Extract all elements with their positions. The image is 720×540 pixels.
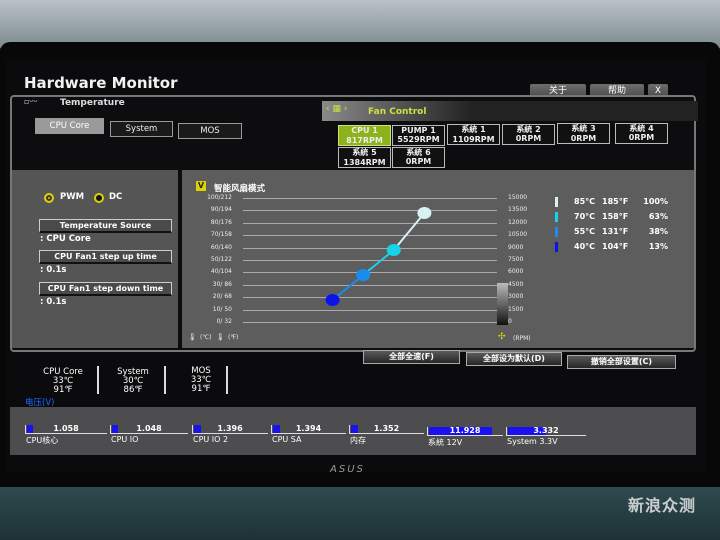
fan-rpm: 1109RPM — [452, 134, 495, 144]
fan-rpm: 5529RPM — [397, 135, 440, 144]
voltage-value: 1.396 — [217, 424, 243, 433]
thermometer-f-icon: 🌡 — [216, 333, 225, 341]
fan-name: 系統 6 — [406, 147, 431, 157]
temperature-reading: System 30℃ 86℉ — [100, 367, 166, 395]
voltage-value: 1.048 — [136, 424, 162, 433]
fan-name: CPU 1 — [351, 126, 378, 135]
legend-temp-c: 70°C — [574, 212, 596, 221]
voltage-label: CPU IO 2 — [193, 435, 229, 444]
fan-rpm: 817RPM — [346, 135, 383, 145]
legend-swatch — [555, 227, 558, 237]
fan-rpm: 0RPM — [405, 157, 432, 166]
reading-fahrenheit: 91℉ — [191, 384, 211, 394]
fan-rpm: 0RPM — [570, 133, 597, 143]
thermometer-icon: 🌡 — [188, 333, 197, 341]
voltage-value: 1.058 — [53, 424, 79, 433]
voltage-value: 3.332 — [533, 426, 559, 435]
asus-logo: ASUS — [330, 464, 365, 475]
fan-name: 系統 2 — [516, 124, 541, 134]
fan-name: 系統 1 — [461, 125, 486, 134]
fan-name: 系統 3 — [571, 124, 596, 133]
fan-button[interactable]: 系統 4 0RPM — [615, 122, 668, 144]
fan-button[interactable]: 系統 2 0RPM — [502, 123, 555, 145]
curve-point[interactable] — [356, 269, 371, 281]
legend-swatch — [555, 197, 558, 207]
voltage-label: CPU核心 — [26, 436, 59, 445]
divider — [164, 366, 166, 394]
voltage-value: 11.928 — [449, 426, 481, 435]
divider — [226, 366, 228, 394]
legend-temp-c: 55°C — [574, 227, 596, 236]
temperature-reading: CPU Core 33℃ 91℉ — [30, 368, 96, 395]
legend-percent: 13% — [648, 242, 668, 251]
fan-rpm: 0RPM — [628, 133, 655, 142]
legend-temp-f: 104°F — [602, 242, 629, 251]
voltage-value: 1.394 — [295, 424, 322, 433]
legend-swatch — [555, 212, 558, 222]
fan-button[interactable]: 系統 6 0RPM — [392, 146, 445, 168]
fan-button[interactable]: PUMP 1 5529RPM — [392, 124, 445, 146]
legend-swatch — [555, 242, 558, 252]
fan-name: 系統 4 — [629, 123, 654, 133]
legend-temp-c: 85°C — [574, 197, 596, 206]
legend-temp-c: 40°C — [574, 242, 596, 251]
voltage-value: 1.352 — [373, 424, 400, 433]
fan-name: PUMP 1 — [401, 125, 436, 135]
curve-segment — [393, 212, 426, 251]
undo-all-button[interactable]: 撤销全部设置(C) — [567, 355, 676, 369]
voltage-label: CPU SA — [272, 435, 302, 444]
fan-button[interactable]: 系統 3 0RPM — [557, 123, 610, 144]
unit-rpm: (RPM) — [513, 335, 531, 342]
rpm-slider[interactable] — [497, 283, 508, 325]
reading-fahrenheit: 86℉ — [123, 384, 143, 395]
all-full-speed-button[interactable]: 全部全速(F) — [363, 350, 460, 364]
legend-temp-f: 185°F — [602, 197, 629, 206]
divider — [97, 366, 99, 394]
fan-icon: ✣ — [498, 332, 506, 342]
legend-percent: 100% — [643, 197, 668, 206]
unit-celsius: (℃) — [200, 334, 212, 341]
legend-percent: 63% — [648, 212, 668, 221]
voltage-label: 内存 — [350, 436, 366, 445]
voltage-label: System 3.3V — [507, 437, 558, 446]
legend-temp-f: 131°F — [602, 227, 629, 236]
watermark-logo: 新浪众测 — [628, 496, 697, 515]
fan-button[interactable]: 系統 5 1384RPM — [338, 147, 391, 168]
voltage-header: 电压(V) — [25, 398, 55, 408]
reading-fahrenheit: 91℉ — [53, 385, 73, 395]
fan-button[interactable]: CPU 1 817RPM — [338, 125, 391, 146]
voltage-label: 系統 12V — [428, 438, 463, 447]
curve-point[interactable] — [386, 244, 401, 256]
fan-rpm: 0RPM — [515, 134, 542, 143]
legend-percent: 38% — [648, 227, 668, 236]
fan-name: 系統 5 — [352, 148, 377, 157]
unit-fahrenheit: (℉) — [228, 334, 239, 341]
fan-curve-svg — [325, 207, 432, 306]
all-default-button[interactable]: 全部设为默认(D) — [466, 352, 562, 366]
temperature-reading: MOS 33℃ 91℉ — [168, 367, 234, 394]
legend-temp-f: 158°F — [602, 212, 629, 221]
curve-point[interactable] — [417, 207, 432, 219]
voltage-label: CPU IO — [111, 435, 139, 444]
curve-point[interactable] — [325, 294, 340, 306]
fan-rpm: 1384RPM — [343, 157, 386, 167]
fan-button[interactable]: 系統 1 1109RPM — [447, 124, 500, 145]
